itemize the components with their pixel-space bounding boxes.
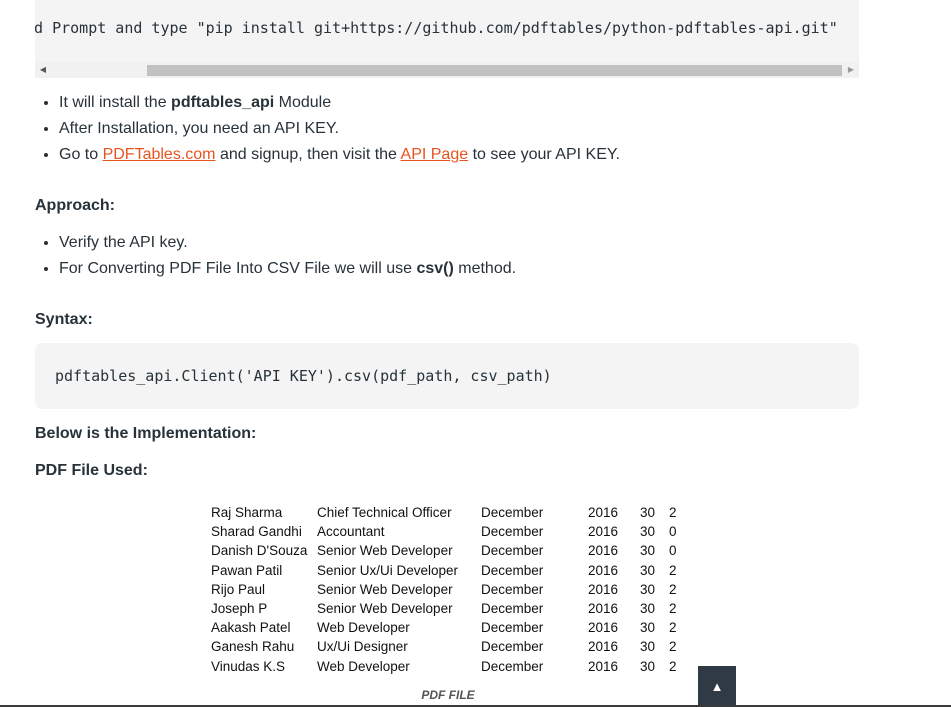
install-code-block: nd Prompt and type "pip install git+http… (35, 0, 859, 78)
pdf-cell-name: Aakash Patel (211, 620, 291, 636)
pdf-cell-month: December (481, 524, 544, 540)
api-page-link[interactable]: API Page (401, 146, 469, 163)
syntax-code: pdftables_api.Client('API KEY').csv(pdf_… (55, 367, 552, 385)
pdf-cell-role: Chief Technical Officer (317, 505, 452, 520)
pdf-cell-role: Ux/Ui Designer (317, 639, 408, 655)
syntax-heading: Syntax: (35, 311, 93, 328)
pdf-cell-role: Web Developer (317, 620, 410, 636)
pdf-cell-n: 2 (669, 505, 677, 520)
pdf-cell-n: 0 (669, 543, 677, 559)
pdf-cell-role: Accountant (317, 524, 385, 540)
pdf-cell-year: 2016 (588, 620, 619, 636)
pdf-cell-n: 2 (669, 658, 677, 674)
pdf-cell-year: 2016 (588, 658, 619, 674)
horizontal-scrollbar[interactable]: ◀ ▶ (35, 62, 859, 78)
pdf-cell-day: 30 (640, 620, 656, 636)
pdf-cell-year: 2016 (588, 562, 619, 578)
pdf-cell-name: Ganesh Rahu (211, 639, 295, 655)
pdf-cell-role: Senior Ux/Ui Developer (317, 562, 459, 578)
pdf-cell-month: December (481, 505, 544, 520)
pdf-cell-n: 2 (669, 581, 677, 597)
pdf-cell-day: 30 (640, 543, 656, 559)
triangle-left-icon[interactable]: ◀ (35, 62, 51, 78)
pdf-cell-name: Rijo Paul (211, 581, 266, 597)
install-command: nd Prompt and type "pip install git+http… (35, 19, 838, 37)
pdf-cell-n: 2 (669, 600, 677, 616)
syntax-code-block: pdftables_api.Client('API KEY').csv(pdf_… (35, 343, 859, 409)
pdf-cell-month: December (481, 562, 544, 578)
approach-heading: Approach: (35, 197, 115, 214)
pdf-cell-role: Senior Web Developer (317, 581, 453, 597)
module-name: pdftables_api (171, 94, 275, 111)
pdf-cell-month: December (481, 581, 544, 597)
pdf-cell-month: December (481, 543, 544, 559)
pdf-cell-n: 2 (669, 620, 677, 636)
pdf-cell-day: 30 (640, 562, 656, 578)
pdf-cell-day: 30 (640, 600, 656, 616)
pdf-cell-day: 30 (640, 505, 656, 520)
pdftables-link[interactable]: PDFTables.com (103, 146, 216, 163)
list-item: After Installation, you need an API KEY. (59, 116, 620, 142)
pdf-cell-month: December (481, 620, 544, 636)
pdf-cell-year: 2016 (588, 639, 619, 655)
pdf-cell-day: 30 (640, 639, 656, 655)
method-name: csv() (416, 260, 454, 277)
pdf-cell-name: Vinudas K.S (211, 658, 286, 674)
pdf-cell-role: Senior Web Developer (317, 543, 453, 559)
triangle-right-icon[interactable]: ▶ (843, 62, 859, 78)
pdf-cell-role: Web Developer (317, 658, 410, 674)
pdf-cell-day: 30 (640, 524, 656, 540)
pdf-cell-name: Joseph P (211, 600, 268, 616)
back-to-top-button[interactable]: ▲ (698, 666, 736, 707)
pdf-cell-month: December (481, 600, 544, 616)
implementation-heading: Below is the Implementation: (35, 425, 257, 442)
pdf-cell-n: 2 (669, 562, 677, 578)
pdf-cell-name: Sharad Gandhi (211, 524, 302, 540)
triangle-up-icon: ▲ (710, 679, 724, 694)
pdf-cell-name: Danish D'Souza (211, 543, 308, 559)
pdf-cell-n: 0 (669, 524, 677, 540)
pdf-cell-month: December (481, 639, 544, 655)
image-caption: PDF FILE (421, 688, 475, 702)
list-item: For Converting PDF File Into CSV File we… (59, 256, 516, 282)
pdf-cell-year: 2016 (588, 524, 619, 540)
pdf-cell-n: 2 (669, 639, 677, 655)
pdf-cell-name: Pawan Patil (211, 562, 283, 578)
list-item: Go to PDFTables.com and signup, then vis… (59, 142, 620, 168)
pdf-cell-year: 2016 (588, 600, 619, 616)
pdf-cell-role: Senior Web Developer (317, 600, 453, 616)
pdf-cell-day: 30 (640, 581, 656, 597)
article-page: nd Prompt and type "pip install git+http… (0, 0, 951, 707)
pdf-file-heading: PDF File Used: (35, 462, 148, 479)
pdf-cell-month: December (481, 658, 544, 674)
pdf-cell-day: 30 (640, 658, 656, 674)
list-item: It will install the pdftables_api Module (59, 90, 620, 116)
pdf-cell-name: Raj Sharma (211, 505, 283, 520)
scrollbar-thumb[interactable] (147, 65, 842, 76)
pdf-cell-year: 2016 (588, 543, 619, 559)
pdf-cell-year: 2016 (588, 581, 619, 597)
list-item: Verify the API key. (59, 230, 516, 256)
pdf-cell-year: 2016 (588, 505, 619, 520)
approach-list: Verify the API key. For Converting PDF F… (35, 230, 516, 282)
install-steps-list: It will install the pdftables_api Module… (35, 90, 620, 168)
